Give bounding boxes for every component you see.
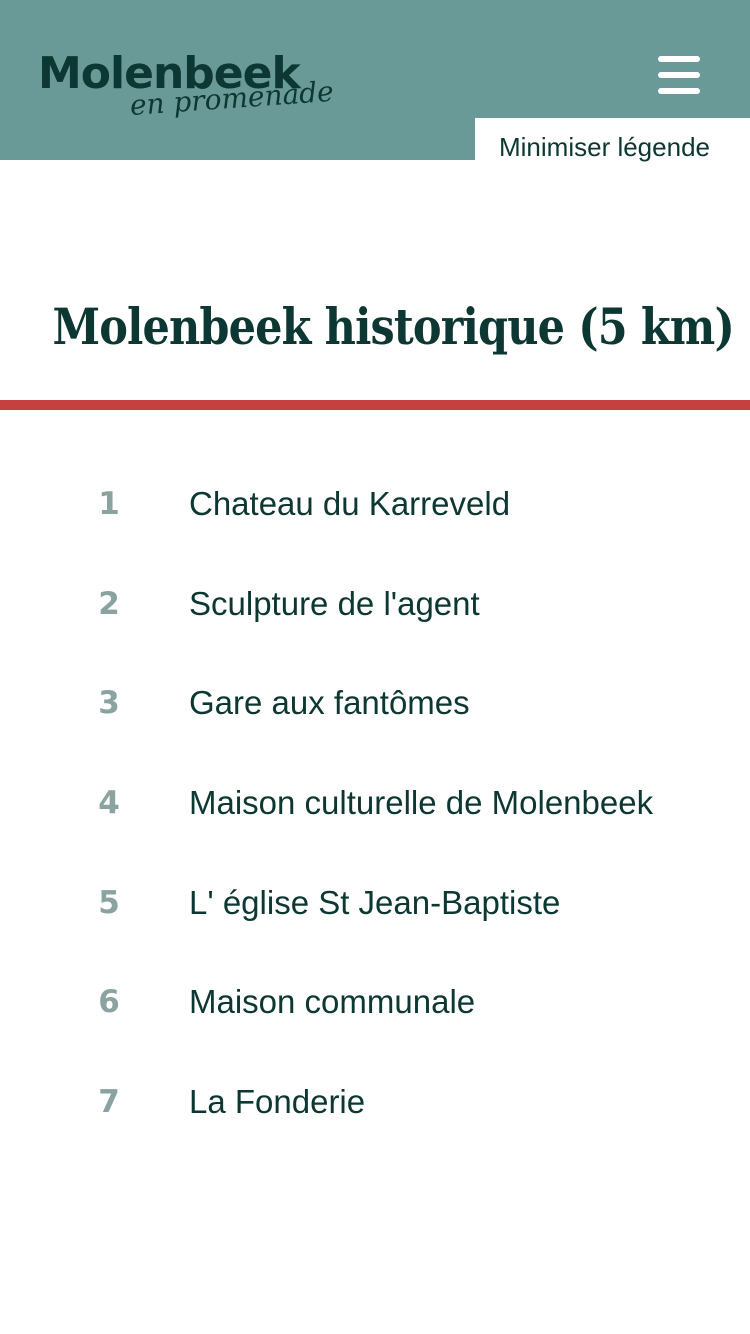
- stop-number: 2: [98, 585, 120, 622]
- stop-number: 1: [98, 486, 120, 522]
- menu-bar: [658, 56, 700, 62]
- stop-number: 4: [98, 785, 120, 822]
- route-title: Molenbeek historique (5 km): [52, 296, 735, 356]
- stop-name: Maison communale: [189, 983, 476, 1021]
- stop-item[interactable]: 4 Maison culturelle de Molenbeek: [0, 754, 750, 854]
- menu-bar: [658, 88, 700, 94]
- stop-number: 5: [98, 884, 120, 921]
- hamburger-menu-icon[interactable]: [654, 54, 704, 98]
- stop-number: 3: [98, 685, 120, 722]
- stop-item[interactable]: 6 Maison communale: [0, 953, 750, 1053]
- site-logo[interactable]: Molenbeek en promenade: [38, 44, 335, 134]
- stop-name: Sculpture de l'agent: [189, 584, 480, 622]
- stops-list: 1 Chateau du Karreveld 2 Sculpture de l'…: [0, 455, 750, 1153]
- stop-name: Chateau du Karreveld: [189, 485, 511, 522]
- stop-name: L' église St Jean-Baptiste: [189, 883, 561, 921]
- minimize-legend-button[interactable]: Minimiser légende: [475, 118, 750, 162]
- stop-item[interactable]: 5 L' église St Jean-Baptiste: [0, 854, 750, 954]
- stop-item[interactable]: 1 Chateau du Karreveld: [0, 455, 750, 555]
- title-divider: [0, 400, 750, 410]
- menu-bar: [658, 72, 700, 78]
- stop-name: Gare aux fantômes: [189, 684, 470, 722]
- stop-item[interactable]: 7 La Fonderie: [0, 1053, 750, 1153]
- stop-number: 6: [98, 984, 120, 1021]
- app-header: Molenbeek en promenade Minimiser légende: [0, 0, 750, 162]
- stop-item[interactable]: 3 Gare aux fantômes: [0, 654, 750, 754]
- stop-name: La Fonderie: [189, 1083, 366, 1121]
- stop-item[interactable]: 2 Sculpture de l'agent: [0, 555, 750, 655]
- stop-name: Maison culturelle de Molenbeek: [189, 784, 654, 822]
- stop-number: 7: [98, 1084, 120, 1121]
